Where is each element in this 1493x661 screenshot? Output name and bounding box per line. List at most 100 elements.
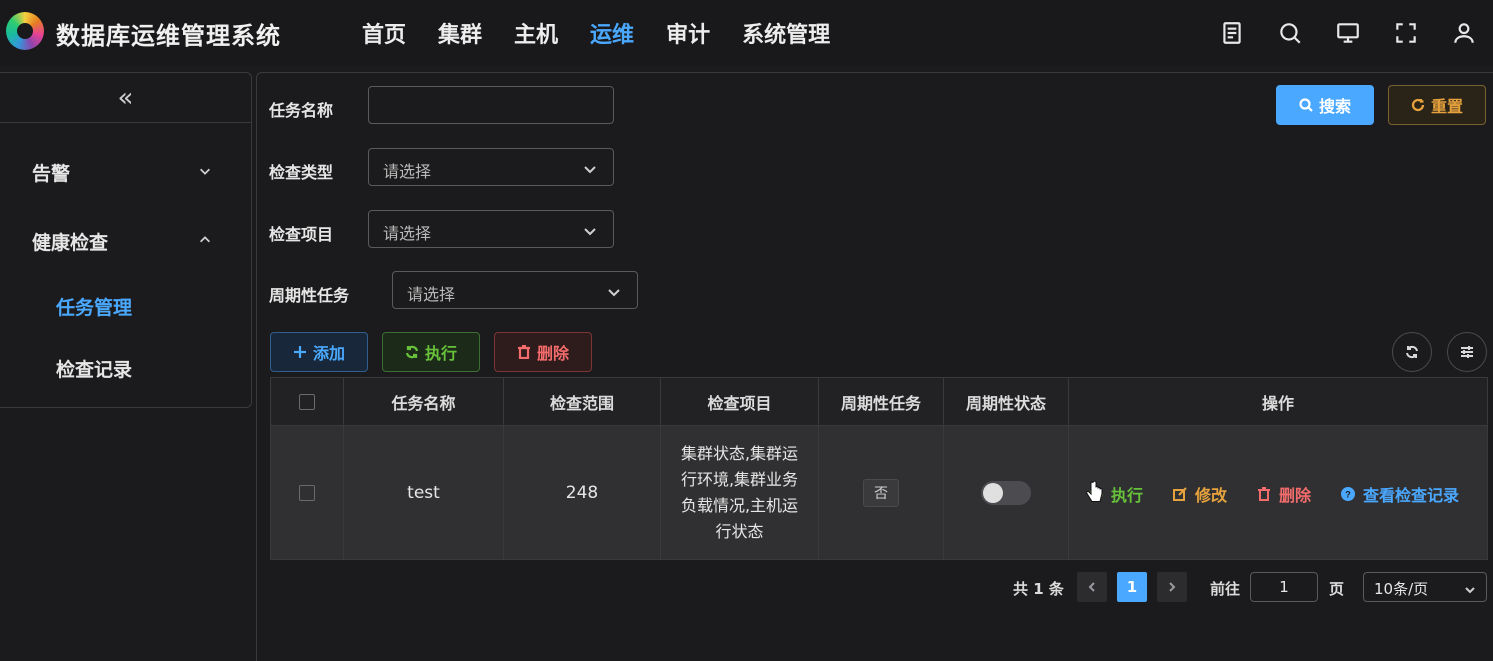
select-all-checkbox[interactable]	[299, 393, 315, 410]
chevron-right-icon	[1169, 582, 1176, 592]
reset-button-label: 重置	[1430, 97, 1463, 116]
periodic-tag: 否	[863, 478, 899, 507]
chevron-down-icon	[607, 284, 621, 298]
refresh-icon	[1406, 345, 1418, 359]
add-button[interactable]: 添加	[270, 332, 368, 372]
column-header: 任务名称	[344, 378, 504, 425]
execute-button[interactable]: 执行	[382, 332, 480, 372]
header-select-cell	[271, 378, 344, 425]
sidebar-item-check-records[interactable]: 检查记录	[56, 355, 132, 382]
table-header: 任务名称 检查范围 检查项目 周期性任务 周期性状态 操作	[271, 378, 1487, 426]
column-header: 周期性状态	[944, 378, 1069, 425]
periodic-status-cell	[944, 426, 1069, 559]
chevron-down-icon	[1464, 581, 1476, 600]
reset-button[interactable]: 重置	[1388, 85, 1486, 125]
fullscreen-icon[interactable]	[1391, 18, 1421, 48]
task-name-input[interactable]	[368, 86, 614, 124]
refresh-table-button[interactable]	[1392, 332, 1432, 372]
task-name-cell: test	[344, 426, 504, 559]
goto-label: 前往	[1210, 580, 1241, 598]
sidebar: « 告警 健康检查 任务管理 检查记录	[0, 72, 252, 408]
chevron-down-icon	[583, 223, 597, 237]
nav-cluster[interactable]: 集群	[438, 17, 482, 49]
check-type-label: 检查类型	[269, 163, 334, 182]
periodic-select[interactable]: 请选择	[392, 271, 638, 309]
refresh-icon	[1411, 98, 1425, 112]
nav-host[interactable]: 主机	[514, 17, 558, 49]
main-content: 任务名称 检查类型 请选择 检查项目 请选择 周期性任务 请选择 搜索 重置 添…	[256, 72, 1493, 661]
edit-icon	[1173, 487, 1187, 501]
page-size-select[interactable]: 10条/页	[1363, 572, 1487, 602]
trash-icon	[517, 345, 530, 359]
task-table: 任务名称 检查范围 检查项目 周期性任务 周期性状态 操作 test 248 集…	[270, 377, 1488, 560]
prev-page-button[interactable]	[1077, 572, 1107, 602]
top-nav: 首页 集群 主机 运维 审计 系统管理	[362, 17, 862, 49]
row-checkbox[interactable]	[299, 484, 315, 501]
column-header: 检查范围	[504, 378, 661, 425]
periodic-status-switch[interactable]	[981, 480, 1031, 505]
chevron-up-icon	[198, 232, 214, 248]
page-number-1[interactable]: 1	[1117, 572, 1147, 602]
check-items-cell: 集群状态,集群运行环境,集群业务负载情况,主机运行状态	[661, 426, 819, 559]
row-edit-link[interactable]: 修改	[1173, 482, 1227, 506]
check-item-placeholder: 请选择	[383, 224, 432, 243]
top-header: 数据库运维管理系统 首页 集群 主机 运维 审计 系统管理	[0, 0, 1493, 66]
nav-audit[interactable]: 审计	[666, 17, 710, 49]
app-title: 数据库运维管理系统	[56, 22, 281, 50]
nav-ops[interactable]: 运维	[590, 17, 634, 49]
search-icon[interactable]	[1275, 18, 1305, 48]
delete-button[interactable]: 删除	[494, 332, 592, 372]
periodic-label: 周期性任务	[269, 286, 350, 305]
menu-group-alarm[interactable]: 告警	[0, 151, 250, 191]
search-button-label: 搜索	[1318, 97, 1351, 116]
row-delete-label: 删除	[1279, 486, 1312, 505]
search-button[interactable]: 搜索	[1276, 85, 1374, 125]
page-size-value: 10条/页	[1374, 580, 1429, 598]
check-item-label: 检查项目	[269, 225, 334, 244]
row-view-records-label: 查看检查记录	[1363, 486, 1460, 505]
add-button-label: 添加	[312, 344, 345, 363]
pagination-total: 共 1 条	[1013, 580, 1064, 598]
nav-system[interactable]: 系统管理	[742, 17, 830, 49]
table-row: test 248 集群状态,集群运行环境,集群业务负载情况,主机运行状态 否 执…	[271, 426, 1487, 559]
pagination: 共 1 条 1 前往 1 页 10条/页	[257, 572, 1493, 604]
question-circle-icon: ?	[1341, 487, 1355, 501]
row-view-records-link[interactable]: ? 查看检查记录	[1341, 482, 1459, 506]
monitor-icon[interactable]	[1333, 18, 1363, 48]
sync-icon	[405, 345, 419, 359]
chevron-down-icon	[198, 163, 214, 179]
double-chevron-left-icon: «	[117, 82, 134, 113]
menu-group-health-check[interactable]: 健康检查	[0, 220, 250, 260]
check-type-placeholder: 请选择	[383, 162, 432, 181]
column-settings-button[interactable]	[1447, 332, 1487, 372]
header-icons	[1189, 18, 1479, 48]
plus-icon	[293, 346, 306, 358]
user-icon[interactable]	[1449, 18, 1479, 48]
row-delete-link[interactable]: 删除	[1257, 482, 1311, 506]
nav-home[interactable]: 首页	[362, 17, 406, 49]
chevron-left-icon	[1088, 582, 1095, 592]
app-logo	[6, 12, 44, 50]
check-type-select[interactable]: 请选择	[368, 148, 614, 186]
chevron-down-icon	[583, 161, 597, 175]
sidebar-item-task-management[interactable]: 任务管理	[56, 293, 132, 320]
collapse-sidebar-button[interactable]: «	[0, 73, 251, 123]
scope-cell: 248	[504, 426, 661, 559]
svg-text:?: ?	[1345, 490, 1351, 500]
trash-icon	[1258, 487, 1270, 501]
periodic-cell: 否	[819, 426, 944, 559]
page-unit-label: 页	[1329, 580, 1345, 598]
row-edit-label: 修改	[1195, 486, 1228, 505]
column-header: 操作	[1261, 393, 1294, 413]
check-item-select[interactable]: 请选择	[368, 210, 614, 248]
goto-page-input[interactable]: 1	[1250, 572, 1318, 602]
column-header: 周期性任务	[819, 378, 944, 425]
sliders-icon	[1461, 346, 1473, 358]
task-name-label: 任务名称	[269, 101, 334, 120]
hand-cursor-icon	[1086, 480, 1103, 502]
document-icon[interactable]	[1217, 18, 1247, 48]
next-page-button[interactable]	[1157, 572, 1187, 602]
menu-group-label: 告警	[32, 163, 71, 185]
search-icon	[1299, 98, 1313, 112]
row-execute-label: 执行	[1111, 486, 1144, 505]
